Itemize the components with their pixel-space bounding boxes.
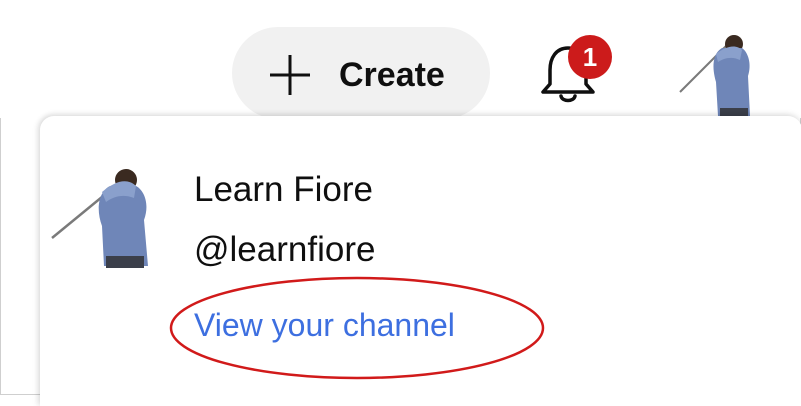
account-name: Learn Fiore [194, 170, 373, 209]
plus-icon [270, 55, 310, 95]
avatar[interactable] [676, 30, 756, 120]
create-button[interactable]: Create [232, 27, 490, 119]
channel-avatar [51, 169, 148, 268]
create-label: Create [339, 56, 445, 94]
account-handle: @learnfiore [194, 230, 376, 269]
top-bar: Create 1 [0, 0, 801, 120]
view-channel-link[interactable]: View your channel [194, 303, 455, 347]
notification-badge: 1 [568, 35, 612, 79]
